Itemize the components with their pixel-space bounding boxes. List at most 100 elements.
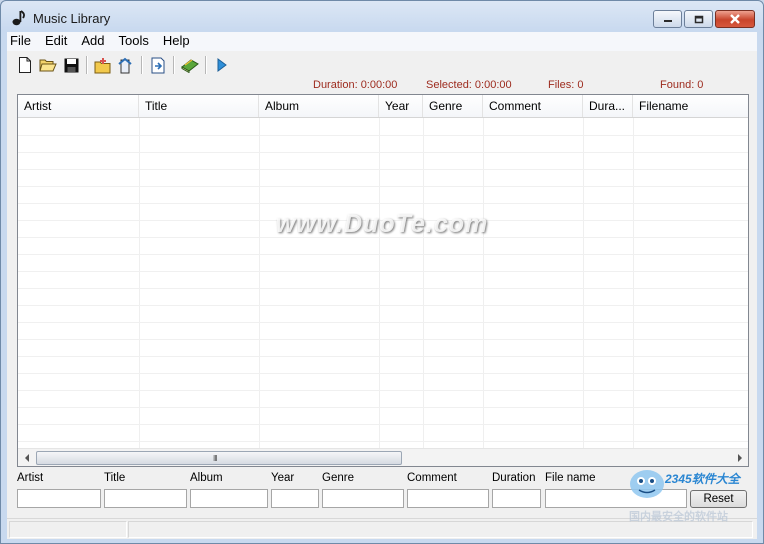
- menu-edit[interactable]: Edit: [38, 32, 74, 51]
- open-button[interactable]: [38, 55, 58, 75]
- column-genre[interactable]: Genre: [423, 95, 483, 117]
- filter-label-title: Title: [104, 472, 126, 484]
- music-note-icon: [12, 10, 25, 26]
- status-bar: [7, 518, 757, 539]
- selected-status: Selected: 0:00:00: [426, 79, 512, 91]
- close-button[interactable]: [715, 10, 755, 28]
- track-list[interactable]: Artist Title Album Year Genre Comment Du…: [17, 94, 749, 467]
- comment-filter-input[interactable]: [407, 489, 489, 508]
- maximize-button[interactable]: [684, 10, 713, 28]
- restore-icon: [694, 15, 703, 23]
- minimize-button[interactable]: [653, 10, 682, 28]
- minimize-icon: [663, 20, 672, 22]
- open-folder-icon: [39, 59, 57, 72]
- save-icon: [64, 58, 78, 72]
- menu-file[interactable]: File: [7, 32, 38, 51]
- table-row[interactable]: [18, 305, 748, 323]
- add-folder-icon: [94, 57, 111, 73]
- add-folder-button[interactable]: [93, 55, 113, 75]
- chevron-right-icon: [737, 453, 742, 462]
- found-count: Found: 0: [660, 79, 704, 91]
- export-button[interactable]: [148, 55, 168, 75]
- filter-label-filename: File name: [545, 472, 596, 484]
- scroll-left-button[interactable]: [18, 449, 35, 466]
- toolbar-separator: [86, 56, 88, 74]
- library-button[interactable]: [180, 55, 200, 75]
- menu-help[interactable]: Help: [156, 32, 197, 51]
- new-list-button[interactable]: [15, 55, 35, 75]
- duration-status: Duration: 0:00:00: [313, 79, 398, 91]
- table-row[interactable]: [18, 169, 748, 187]
- status-pane: [128, 521, 753, 538]
- files-count: Files: 0: [548, 79, 584, 91]
- table-row[interactable]: [18, 390, 748, 408]
- album-filter-input[interactable]: [190, 489, 268, 508]
- filter-panel: Artist Title Album Year Genre Comment Du…: [7, 469, 757, 513]
- table-row[interactable]: [18, 373, 748, 391]
- toolbar-separator: [173, 56, 175, 74]
- export-icon: [151, 57, 165, 73]
- duration-filter-input[interactable]: [492, 489, 541, 508]
- table-row[interactable]: [18, 254, 748, 272]
- table-row[interactable]: [18, 424, 748, 442]
- filter-label-duration: Duration: [492, 472, 536, 484]
- artist-filter-input[interactable]: [17, 489, 101, 508]
- filter-label-album: Album: [190, 472, 223, 484]
- table-row[interactable]: [18, 356, 748, 374]
- save-button[interactable]: [61, 55, 81, 75]
- table-row[interactable]: [18, 203, 748, 221]
- menu-bar: File Edit Add Tools Help: [7, 32, 757, 52]
- column-filename[interactable]: Filename: [633, 95, 748, 117]
- table-row[interactable]: [18, 288, 748, 306]
- column-album[interactable]: Album: [259, 95, 379, 117]
- close-icon: [730, 14, 740, 24]
- table-row[interactable]: [18, 271, 748, 289]
- filter-label-year: Year: [271, 472, 295, 484]
- new-file-icon: [19, 57, 31, 73]
- main-panel: Duration: 0:00:00 Selected: 0:00:00 File…: [7, 51, 757, 519]
- horizontal-scrollbar[interactable]: III: [18, 448, 748, 466]
- filter-label-comment: Comment: [407, 472, 457, 484]
- year-filter-input[interactable]: [271, 489, 319, 508]
- add-file-button[interactable]: [116, 55, 136, 75]
- app-window: Music Library File Edit Add Tools Help D…: [0, 0, 764, 544]
- table-row[interactable]: [18, 135, 748, 153]
- column-duration[interactable]: Dura...: [583, 95, 633, 117]
- reset-button[interactable]: Reset: [690, 490, 747, 508]
- list-header: Artist Title Album Year Genre Comment Du…: [18, 95, 748, 118]
- toolbar-separator: [141, 56, 143, 74]
- table-row[interactable]: [18, 186, 748, 204]
- column-artist[interactable]: Artist: [18, 95, 139, 117]
- menu-add[interactable]: Add: [74, 32, 111, 51]
- play-button[interactable]: [212, 55, 232, 75]
- column-year[interactable]: Year: [379, 95, 423, 117]
- title-bar[interactable]: Music Library: [1, 1, 763, 33]
- window-title: Music Library: [33, 11, 111, 26]
- genre-filter-input[interactable]: [322, 489, 404, 508]
- library-book-icon: [181, 59, 199, 73]
- title-filter-input[interactable]: [104, 489, 187, 508]
- summary-status: Duration: 0:00:00 Selected: 0:00:00 File…: [7, 79, 757, 93]
- filter-label-artist: Artist: [17, 472, 44, 484]
- table-row[interactable]: [18, 118, 748, 136]
- column-comment[interactable]: Comment: [483, 95, 583, 117]
- filter-label-genre: Genre: [322, 472, 354, 484]
- table-row[interactable]: [18, 339, 748, 357]
- filename-filter-input[interactable]: [545, 489, 687, 508]
- table-row[interactable]: [18, 237, 748, 255]
- column-title[interactable]: Title: [139, 95, 259, 117]
- scroll-grip: III: [213, 454, 218, 463]
- play-icon: [217, 58, 227, 72]
- table-row[interactable]: [18, 322, 748, 340]
- status-pane: [9, 521, 127, 538]
- table-row[interactable]: [18, 407, 748, 425]
- table-row[interactable]: [18, 152, 748, 170]
- toolbar: [15, 54, 235, 76]
- scroll-right-button[interactable]: [731, 449, 748, 466]
- menu-tools[interactable]: Tools: [112, 32, 156, 51]
- table-row[interactable]: [18, 220, 748, 238]
- add-file-icon: [118, 57, 132, 73]
- list-body[interactable]: [18, 118, 748, 448]
- scroll-thumb[interactable]: III: [36, 451, 402, 465]
- chevron-left-icon: [24, 453, 29, 462]
